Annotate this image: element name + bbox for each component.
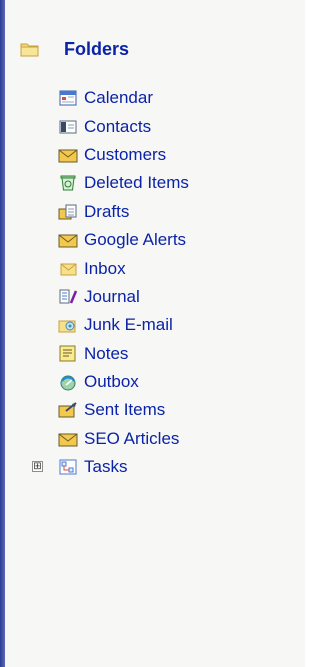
tasks-icon bbox=[58, 458, 78, 476]
inbox-icon bbox=[58, 260, 78, 278]
folder-item-notes[interactable]: Notes bbox=[58, 340, 189, 368]
folder-label: Deleted Items bbox=[84, 173, 189, 193]
folder-label: Customers bbox=[84, 144, 167, 164]
folder-item-inbox[interactable]: Inbox bbox=[58, 254, 189, 282]
folder-label: Sent Items bbox=[84, 400, 166, 420]
folder-label: Outbox bbox=[84, 372, 139, 392]
folder-label: Google Alerts bbox=[84, 230, 187, 250]
folder-item-journal[interactable]: Journal bbox=[58, 283, 189, 311]
folder-label: Tasks bbox=[84, 457, 128, 477]
mail-folder-icon bbox=[58, 430, 78, 448]
folders-root-label: Folders bbox=[64, 38, 130, 59]
trash-icon bbox=[58, 174, 78, 192]
folder-item-seo-articles[interactable]: SEO Articles bbox=[58, 425, 189, 453]
folder-item-customers[interactable]: Customers bbox=[58, 141, 189, 169]
folder-label: SEO Articles bbox=[84, 428, 180, 448]
expand-icon[interactable]: ⊞ bbox=[32, 461, 43, 473]
folder-label: Drafts bbox=[84, 201, 130, 221]
junk-mail-icon bbox=[58, 316, 78, 334]
folder-item-outbox[interactable]: Outbox bbox=[58, 368, 189, 396]
calendar-icon bbox=[58, 89, 78, 107]
sent-items-icon bbox=[58, 401, 78, 419]
mail-folder-icon bbox=[58, 146, 78, 164]
folder-label: Notes bbox=[84, 343, 129, 363]
folder-item-sent-items[interactable]: Sent Items bbox=[58, 396, 189, 424]
contacts-icon bbox=[58, 118, 78, 136]
drafts-icon bbox=[58, 203, 78, 221]
folder-label: Contacts bbox=[84, 116, 152, 136]
folder-label: Inbox bbox=[84, 258, 126, 278]
journal-icon bbox=[58, 288, 78, 306]
folder-item-google-alerts[interactable]: Google Alerts bbox=[58, 226, 189, 254]
folder-icon bbox=[20, 40, 40, 58]
folder-item-contacts[interactable]: Contacts bbox=[58, 112, 189, 140]
folder-pane: Folders Calendar Contacts Customers Dele… bbox=[0, 0, 305, 667]
folder-label: Journal bbox=[84, 286, 140, 306]
outbox-icon bbox=[58, 373, 78, 391]
folder-label: Junk E-mail bbox=[84, 315, 173, 335]
notes-icon bbox=[58, 345, 78, 363]
folder-label: Calendar bbox=[84, 88, 153, 108]
folder-list: Calendar Contacts Customers Deleted Item… bbox=[32, 84, 189, 481]
mail-folder-icon bbox=[58, 231, 78, 249]
folder-item-tasks[interactable]: ⊞ Tasks bbox=[32, 453, 189, 481]
folders-root[interactable]: Folders bbox=[20, 36, 129, 62]
folder-item-drafts[interactable]: Drafts bbox=[58, 198, 189, 226]
folder-item-deleted-items[interactable]: Deleted Items bbox=[58, 169, 189, 197]
folder-item-calendar[interactable]: Calendar bbox=[58, 84, 189, 112]
folder-item-junk-e-mail[interactable]: Junk E-mail bbox=[58, 311, 189, 339]
